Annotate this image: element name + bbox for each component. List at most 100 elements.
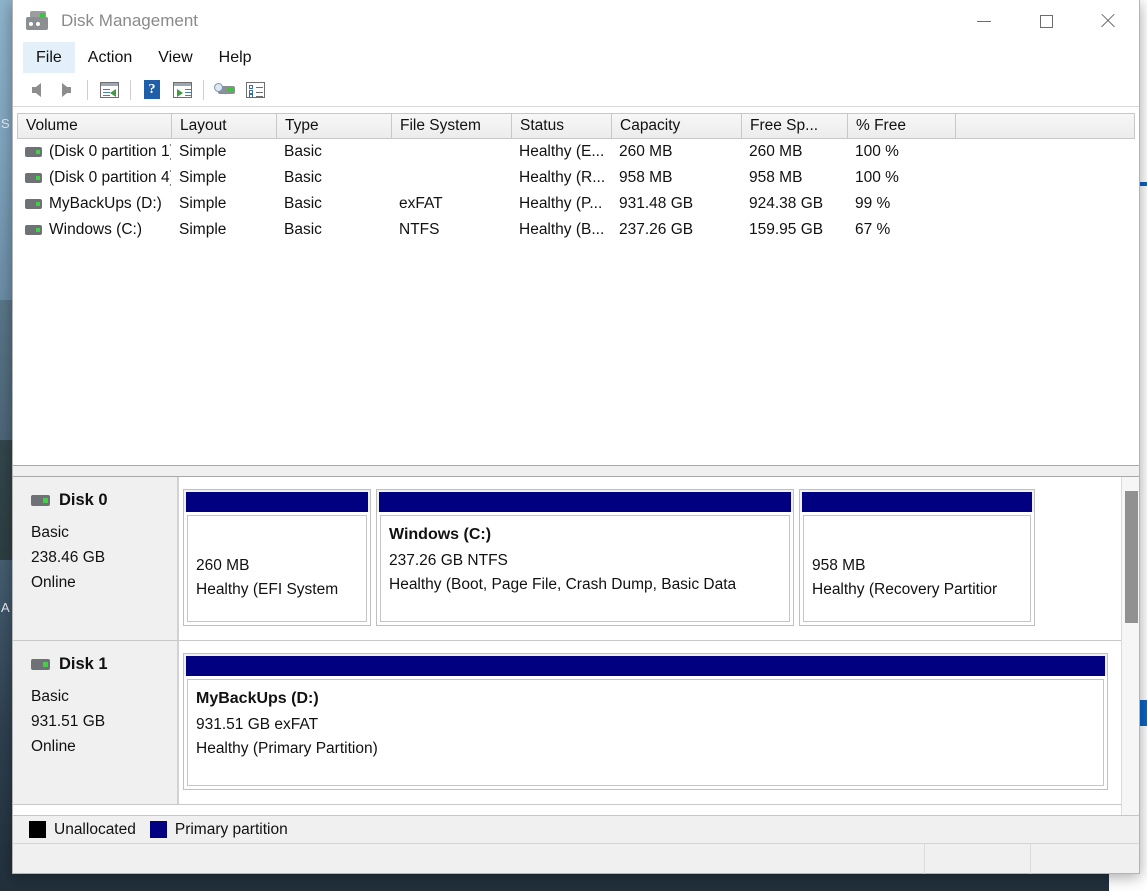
- legend-item-unallocated: Unallocated: [29, 821, 136, 839]
- disk-icon: [31, 495, 50, 506]
- partition-efi[interactable]: 260 MB Healthy (EFI System: [183, 489, 371, 626]
- column-header-layout[interactable]: Layout: [171, 113, 276, 139]
- menu-bar: File Action View Help: [13, 42, 1139, 73]
- column-header-type[interactable]: Type: [276, 113, 391, 139]
- cell-free-space: 260 MB: [749, 143, 803, 160]
- disk-name: Disk 0: [59, 491, 108, 509]
- cell-free-space: 159.95 GB: [749, 221, 824, 238]
- column-header-percent-free[interactable]: % Free: [847, 113, 955, 139]
- status-segment-main: [13, 844, 925, 874]
- legend-label-unallocated: Unallocated: [54, 820, 136, 838]
- partition-status: Healthy (EFI System: [196, 581, 339, 598]
- disk-state: Online: [31, 574, 76, 591]
- cell-layout: Simple: [179, 169, 227, 186]
- legend-swatch-primary-partition: [149, 821, 167, 838]
- cell-volume: Windows (C:): [49, 221, 143, 238]
- disk-size: 238.46 GB: [31, 549, 106, 566]
- cell-file-system: NTFS: [399, 221, 440, 238]
- disk-row-1[interactable]: Disk 1 Basic 931.51 GB Online MyBackUps …: [13, 641, 1121, 805]
- partition-mybackups-d[interactable]: MyBackUps (D:) 931.51 GB exFAT Healthy (…: [183, 653, 1108, 790]
- cell-type: Basic: [284, 143, 322, 160]
- cell-volume: (Disk 0 partition 1): [49, 143, 171, 160]
- scrollbar-thumb[interactable]: [1125, 491, 1138, 623]
- column-header-file-system[interactable]: File System: [391, 113, 511, 139]
- minimize-button[interactable]: [953, 0, 1015, 42]
- partition-size: 237.26 GB NTFS: [389, 552, 508, 569]
- column-header-capacity[interactable]: Capacity: [611, 113, 741, 139]
- disk-info-0[interactable]: Disk 0 Basic 238.46 GB Online: [13, 477, 179, 640]
- partition-color-bar: [184, 490, 370, 512]
- show-hide-action-pane-button[interactable]: [167, 77, 197, 103]
- volume-list-body: (Disk 0 partition 1) Simple Basic Health…: [17, 139, 1135, 465]
- drive-icon: [25, 147, 42, 157]
- rescan-disks-button[interactable]: [210, 77, 240, 103]
- cell-capacity: 237.26 GB: [619, 221, 694, 238]
- table-row[interactable]: MyBackUps (D:) Simple Basic exFAT Health…: [17, 191, 1135, 217]
- cell-layout: Simple: [179, 143, 227, 160]
- partition-recovery[interactable]: 958 MB Healthy (Recovery Partitior: [799, 489, 1035, 626]
- title-bar[interactable]: Disk Management: [13, 0, 1139, 42]
- menu-file[interactable]: File: [23, 42, 75, 73]
- forward-button[interactable]: [51, 77, 81, 103]
- disk-type: Basic: [31, 524, 69, 541]
- menu-help[interactable]: Help: [206, 42, 265, 73]
- cell-capacity: 931.48 GB: [619, 195, 694, 212]
- graphical-view-scroll-area: Disk 0 Basic 238.46 GB Online 260 MB Hea…: [13, 477, 1121, 815]
- disk-icon: [31, 659, 50, 670]
- partition-windows-c[interactable]: Windows (C:) 237.26 GB NTFS Healthy (Boo…: [376, 489, 794, 626]
- cell-layout: Simple: [179, 221, 227, 238]
- partitions-1: MyBackUps (D:) 931.51 GB exFAT Healthy (…: [179, 641, 1121, 804]
- back-button[interactable]: [21, 77, 51, 103]
- graphical-view-pane: Disk 0 Basic 238.46 GB Online 260 MB Hea…: [13, 477, 1139, 815]
- cell-capacity: 260 MB: [619, 143, 673, 160]
- minimize-icon: [977, 20, 991, 22]
- drive-icon: [25, 173, 42, 183]
- properties-button[interactable]: [240, 77, 270, 103]
- toolbar: ?: [13, 73, 1139, 107]
- pane-splitter[interactable]: [13, 465, 1139, 477]
- cell-percent-free: 99 %: [855, 195, 891, 212]
- disk-size: 931.51 GB: [31, 713, 106, 730]
- partition-size: 260 MB: [196, 557, 250, 574]
- disk-info-1[interactable]: Disk 1 Basic 931.51 GB Online: [13, 641, 179, 804]
- cell-type: Basic: [284, 221, 322, 238]
- partition-color-bar: [184, 654, 1107, 676]
- table-row[interactable]: (Disk 0 partition 1) Simple Basic Health…: [17, 139, 1135, 165]
- partition-title: Windows (C:): [389, 526, 492, 543]
- column-header-status[interactable]: Status: [511, 113, 611, 139]
- cell-type: Basic: [284, 169, 322, 186]
- disk-row-0[interactable]: Disk 0 Basic 238.46 GB Online 260 MB Hea…: [13, 477, 1121, 641]
- maximize-button[interactable]: [1015, 0, 1077, 42]
- table-row[interactable]: (Disk 0 partition 4) Simple Basic Health…: [17, 165, 1135, 191]
- show-hide-console-tree-icon: [99, 81, 119, 98]
- partition-status: Healthy (Boot, Page File, Crash Dump, Ba…: [389, 576, 737, 593]
- help-icon: ?: [144, 80, 160, 99]
- disk-name: Disk 1: [59, 655, 108, 673]
- cell-free-space: 958 MB: [749, 169, 803, 186]
- cell-percent-free: 67 %: [855, 221, 891, 238]
- close-button[interactable]: [1077, 0, 1139, 42]
- graphical-view-scrollbar[interactable]: [1121, 477, 1139, 815]
- partition-title: MyBackUps (D:): [196, 690, 319, 707]
- disk-management-icon: [25, 10, 51, 32]
- menu-action[interactable]: Action: [75, 42, 145, 73]
- legend-item-primary-partition: Primary partition: [149, 821, 288, 839]
- drive-icon: [25, 199, 42, 209]
- status-segment-3: [1031, 844, 1139, 874]
- column-header-extra[interactable]: [955, 113, 1135, 139]
- toolbar-separator: [87, 79, 88, 100]
- column-header-free-space[interactable]: Free Sp...: [741, 113, 847, 139]
- disk-management-window: Disk Management File Action View Help ?: [12, 0, 1140, 874]
- volume-list-pane: Volume Layout Type File System Status Ca…: [13, 107, 1139, 465]
- help-button[interactable]: ?: [137, 77, 167, 103]
- toolbar-separator: [130, 79, 131, 100]
- show-hide-console-tree-button[interactable]: [94, 77, 124, 103]
- column-header-volume[interactable]: Volume: [17, 113, 171, 139]
- back-arrow-icon: [31, 82, 41, 97]
- cell-volume: MyBackUps (D:): [49, 195, 162, 212]
- maximize-icon: [1039, 14, 1053, 28]
- cell-percent-free: 100 %: [855, 169, 899, 186]
- menu-view[interactable]: View: [145, 42, 205, 73]
- table-row[interactable]: Windows (C:) Simple Basic NTFS Healthy (…: [17, 217, 1135, 243]
- forward-arrow-icon: [61, 82, 71, 97]
